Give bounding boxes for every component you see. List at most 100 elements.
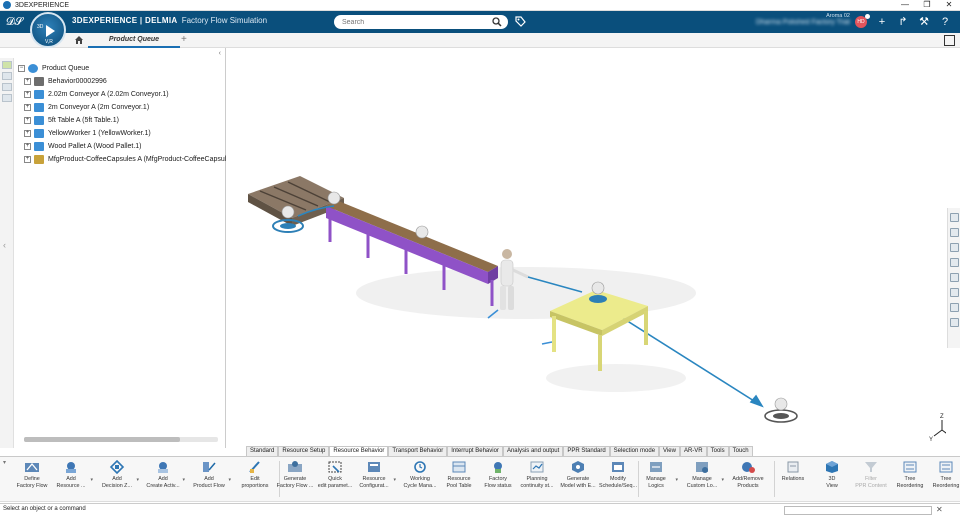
play-icon[interactable] xyxy=(46,25,55,37)
home-icon[interactable] xyxy=(74,35,84,45)
expand-node-icon[interactable]: + xyxy=(24,129,31,137)
add-create-activity-button[interactable]: Add Create Activ... ▾ xyxy=(141,460,185,489)
working-cycle-manager-button[interactable]: Working Cycle Mana... xyxy=(398,460,442,489)
expand-node-icon[interactable]: + xyxy=(24,155,31,163)
floor-shadow xyxy=(546,364,686,392)
chevron-left-icon[interactable]: ‹ xyxy=(3,240,6,250)
quick-edit-icon xyxy=(328,461,342,473)
dropdown-icon: ▾ xyxy=(393,477,396,483)
search-box[interactable] xyxy=(334,15,508,29)
view-orient-icon[interactable] xyxy=(950,213,959,222)
sink-node[interactable] xyxy=(764,397,798,423)
render-style-icon[interactable] xyxy=(950,243,959,252)
add-remove-products-button[interactable]: Add/Remove Products xyxy=(726,460,770,489)
tab-resource-setup[interactable]: Resource Setup xyxy=(278,446,330,456)
document-icon[interactable] xyxy=(950,303,959,312)
add-resource-button[interactable]: Add Resource ... ▾ xyxy=(49,460,93,489)
tab-tools[interactable]: Tools xyxy=(706,446,729,456)
filter-ppr-content-button[interactable]: Filter PPR Content xyxy=(849,460,893,489)
collapse-tree-icon[interactable]: ‹ xyxy=(219,50,221,57)
planning-continuity-button[interactable]: Planning continuity st... xyxy=(515,460,559,489)
tree-reordering-button-2[interactable]: Tree Reordering xyxy=(924,460,960,489)
rail-xml-button[interactable] xyxy=(2,83,12,91)
tree-item[interactable]: + Behavior00002996 xyxy=(24,75,107,87)
tab-ar-vr[interactable]: AR-VR xyxy=(679,446,707,456)
list-icon[interactable] xyxy=(950,288,959,297)
tab-resource-behavior[interactable]: Resource Behavior xyxy=(329,446,389,456)
tab-analysis-output[interactable]: Analysis and output xyxy=(502,446,564,456)
command-input[interactable] xyxy=(784,506,932,515)
3d-view-button[interactable]: 3D View xyxy=(810,460,854,489)
restore-button[interactable]: ❐ xyxy=(916,0,938,10)
search-input[interactable] xyxy=(334,18,484,26)
axis-y-label: Y xyxy=(929,437,933,443)
tools-icon[interactable]: ⚒ xyxy=(918,16,930,28)
tab-product-queue[interactable]: Product Queue xyxy=(88,33,180,48)
resource-configuration-button[interactable]: Resource Configurat... ▾ xyxy=(352,460,396,489)
tab-selection-mode[interactable]: Selection mode xyxy=(609,446,660,456)
tree-item[interactable]: + 2m Conveyor A (2m Conveyor.1) xyxy=(24,101,149,113)
camera-icon[interactable] xyxy=(950,228,959,237)
search-icon[interactable] xyxy=(492,17,502,27)
tab-interrupt-behavior[interactable]: Interrupt Behavior xyxy=(447,446,503,456)
rail-filter-button[interactable] xyxy=(2,72,12,80)
dropdown-icon: ▾ xyxy=(182,477,185,483)
tab-ppr-standard[interactable]: PPR Standard xyxy=(563,446,610,456)
manage-custom-logics-button[interactable]: Manage Custom Lo... ▾ xyxy=(680,460,724,489)
factory-scene[interactable]: Z Y X xyxy=(226,48,946,446)
share-icon[interactable]: ↱ xyxy=(897,16,909,28)
clear-icon[interactable]: ✕ xyxy=(936,505,943,515)
rail-tree-button[interactable] xyxy=(2,61,12,69)
tab-standard[interactable]: Standard xyxy=(246,446,279,456)
collapse-node-icon[interactable]: − xyxy=(18,64,25,72)
tree-item[interactable]: + 2.02m Conveyor A (2.02m Conveyor.1) xyxy=(24,88,169,100)
add-icon[interactable]: + xyxy=(876,16,888,28)
avatar[interactable]: HD xyxy=(855,14,870,28)
close-button[interactable]: ✕ xyxy=(938,0,960,10)
rail-list-button[interactable] xyxy=(2,94,12,102)
add-decision-zone-button[interactable]: Add Decision Z... ▾ xyxy=(95,460,139,489)
tree-root[interactable]: − Product Queue xyxy=(18,62,89,74)
user-info[interactable]: Aroma 02 Dharma Polished Factory Trial xyxy=(734,13,850,26)
ruler-icon[interactable] xyxy=(950,258,959,267)
tree-item[interactable]: + Wood Pallet A (Wood Pallet.1) xyxy=(24,140,142,152)
generate-model-button[interactable]: Generate Model with E... xyxy=(556,460,600,489)
tree-item[interactable]: + 5ft Table A (5ft Table.1) xyxy=(24,114,119,126)
section-icon[interactable] xyxy=(950,273,959,282)
tag-icon[interactable] xyxy=(514,15,526,29)
chat-icon[interactable] xyxy=(950,318,959,327)
scrollbar-thumb[interactable] xyxy=(24,437,180,442)
tree-horizontal-scrollbar[interactable] xyxy=(24,437,218,442)
expand-node-icon[interactable]: + xyxy=(24,116,31,124)
expand-node-icon[interactable]: + xyxy=(24,90,31,98)
compass-widget[interactable]: 3D V,R xyxy=(30,12,66,48)
generate-factory-flow-button[interactable]: Generate Factory Flow ... xyxy=(273,460,317,489)
help-icon[interactable]: ? xyxy=(939,16,951,28)
status-message: Select an object or a command xyxy=(3,506,86,512)
tab-touch[interactable]: Touch xyxy=(728,446,753,456)
relations-button[interactable]: Relations xyxy=(771,460,815,483)
expand-icon[interactable] xyxy=(944,35,955,46)
3d-viewport[interactable]: Z Y X xyxy=(226,48,946,446)
define-factory-flow-button[interactable]: Define Factory Flow xyxy=(10,460,54,489)
tab-view[interactable]: View xyxy=(659,446,680,456)
add-product-flow-button[interactable]: Add Product Flow ▾ xyxy=(187,460,231,489)
tree-item[interactable]: + MfgProduct-CoffeeCapsules A (MfgProduc… xyxy=(24,153,226,165)
tree-item[interactable]: + YellowWorker 1 (YellowWorker.1) xyxy=(24,127,151,139)
expand-node-icon[interactable]: + xyxy=(24,142,31,150)
conveyor-icon xyxy=(34,102,44,112)
factory-flow-status-button[interactable]: Factory Flow status xyxy=(476,460,520,489)
expand-node-icon[interactable]: + xyxy=(24,103,31,111)
expand-node-icon[interactable]: + xyxy=(24,77,31,85)
product-queue-icon xyxy=(28,63,38,73)
tab-transport-behavior[interactable]: Transport Behavior xyxy=(388,446,448,456)
manage-logics-button[interactable]: Manage Logics ▾ xyxy=(634,460,678,489)
dassault-logo-icon[interactable]: 𝓓𝓢 xyxy=(6,15,26,29)
resource-pool-table-button[interactable]: Resource Pool Table xyxy=(437,460,481,489)
axis-triad[interactable] xyxy=(933,420,946,437)
add-tab-button[interactable]: + xyxy=(181,35,187,45)
chevron-down-icon[interactable]: ▾ xyxy=(3,459,6,466)
edit-proportions-button[interactable]: Edit proportions xyxy=(233,460,277,489)
quick-edit-parameters-button[interactable]: Quick edit paramet... xyxy=(313,460,357,489)
minimize-button[interactable]: — xyxy=(894,0,916,10)
